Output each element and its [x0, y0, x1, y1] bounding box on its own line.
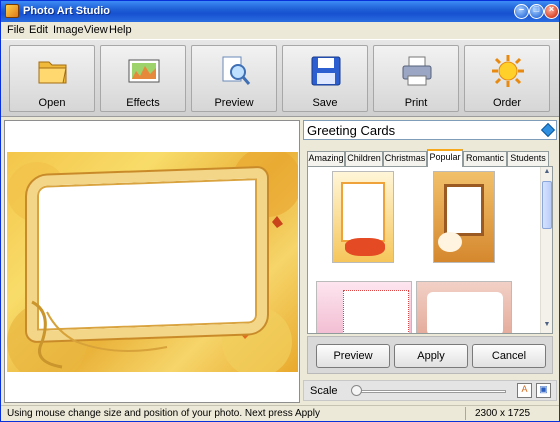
- effects-icon: [128, 59, 160, 83]
- greeting-card-photo[interactable]: [7, 152, 298, 372]
- order-button[interactable]: Order: [464, 45, 550, 112]
- print-label: Print: [404, 97, 428, 109]
- close-icon: ×: [548, 4, 555, 14]
- menu-file[interactable]: File: [7, 24, 25, 36]
- print-button[interactable]: Print: [373, 45, 459, 112]
- floppy-icon: [311, 56, 341, 86]
- flower-decoration: [438, 232, 462, 252]
- category-dropdown[interactable]: Greeting Cards: [303, 120, 557, 140]
- action-bar: Preview Apply Cancel: [307, 336, 553, 374]
- scroll-thumb[interactable]: [542, 181, 552, 229]
- menu-edit[interactable]: Edit: [29, 24, 48, 36]
- effects-button[interactable]: Effects: [100, 45, 186, 112]
- thumbnail-frame: [444, 184, 484, 236]
- title-bar: Photo Art Studio – □ ×: [1, 1, 559, 22]
- order-label: Order: [492, 97, 522, 109]
- effects-label: Effects: [126, 97, 160, 109]
- window-title: Photo Art Studio: [23, 5, 110, 17]
- minimize-button[interactable]: –: [514, 4, 529, 19]
- bow-decoration: [345, 238, 385, 256]
- tab-students[interactable]: Students: [507, 151, 549, 166]
- photo-canvas[interactable]: [4, 120, 300, 403]
- maximize-icon: □: [533, 4, 540, 14]
- thumbnail-frame: [427, 292, 503, 333]
- toolbar: Open Effects Preview Save Print Order: [1, 39, 559, 117]
- menu-image[interactable]: Image: [53, 24, 84, 36]
- preview-action-button[interactable]: Preview: [316, 344, 390, 368]
- cancel-button[interactable]: Cancel: [472, 344, 546, 368]
- printer-icon: [402, 56, 432, 86]
- template-thumbnail[interactable]: [332, 171, 394, 263]
- thumbnail-frame: [343, 290, 409, 333]
- template-thumbnail[interactable]: [316, 281, 412, 333]
- open-label: Open: [38, 97, 66, 109]
- scale-label: Scale: [310, 385, 338, 397]
- text-tool-icon[interactable]: A: [517, 383, 532, 398]
- template-tabs: Amazing Children Christmas Popular Roman…: [307, 149, 553, 167]
- tab-popular[interactable]: Popular: [427, 149, 463, 167]
- maximize-button[interactable]: □: [529, 4, 544, 19]
- scale-slider-knob[interactable]: [351, 385, 362, 396]
- diamond-icon[interactable]: [540, 122, 556, 138]
- image-dimensions: 2300 x 1725: [475, 408, 531, 419]
- tab-amazing[interactable]: Amazing: [307, 151, 345, 166]
- fit-size-icon[interactable]: ▣: [536, 383, 551, 398]
- app-icon: [5, 4, 19, 18]
- gallery-scrollbar[interactable]: ▲ ▼: [540, 167, 552, 333]
- minimize-icon: –: [518, 4, 524, 14]
- apply-button[interactable]: Apply: [394, 344, 468, 368]
- preview-label: Preview: [214, 97, 254, 109]
- sun-icon: [492, 55, 524, 87]
- tab-children[interactable]: Children: [345, 151, 383, 166]
- preview-button[interactable]: Preview: [191, 45, 277, 112]
- close-button[interactable]: ×: [544, 4, 559, 19]
- scroll-up-icon[interactable]: ▲: [542, 168, 552, 179]
- preview-icon: [222, 56, 251, 85]
- template-thumbnail[interactable]: [416, 281, 512, 333]
- template-gallery: ▲ ▼: [307, 166, 553, 334]
- category-value: Greeting Cards: [307, 123, 396, 138]
- right-panel: Greeting Cards Amazing Children Christma…: [303, 120, 557, 403]
- thumbnail-frame: [341, 182, 385, 242]
- ornament-overlay: [31, 300, 168, 369]
- scroll-down-icon[interactable]: ▼: [542, 321, 552, 332]
- status-divider: [465, 407, 466, 420]
- template-thumbnail[interactable]: [433, 171, 495, 263]
- menu-bar: File Edit Image View Help: [1, 22, 559, 39]
- open-button[interactable]: Open: [9, 45, 95, 112]
- tab-romantic[interactable]: Romantic: [463, 151, 507, 166]
- tab-christmas[interactable]: Christmas: [383, 151, 427, 166]
- menu-view[interactable]: View: [84, 24, 108, 36]
- scale-row: Scale A ▣: [303, 380, 557, 401]
- folder-icon: [38, 61, 67, 84]
- scale-slider[interactable]: [356, 390, 506, 393]
- save-label: Save: [312, 97, 338, 109]
- menu-help[interactable]: Help: [109, 24, 132, 36]
- status-message: Using mouse change size and position of …: [7, 408, 320, 419]
- app-window: Photo Art Studio – □ × File Edit Image V…: [0, 0, 560, 422]
- status-bar: Using mouse change size and position of …: [1, 405, 559, 421]
- save-button[interactable]: Save: [282, 45, 368, 112]
